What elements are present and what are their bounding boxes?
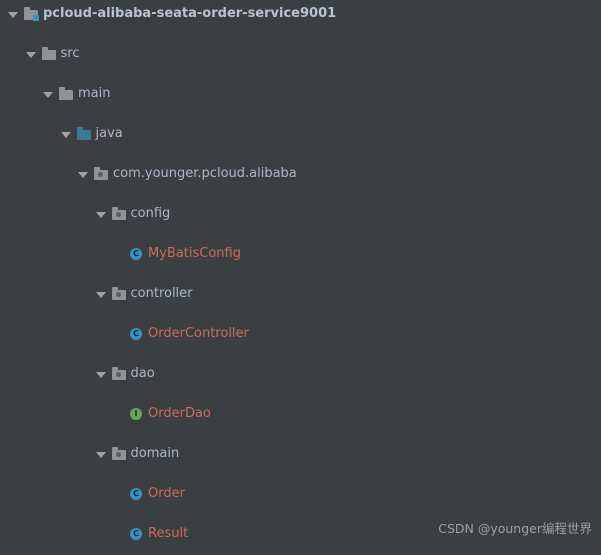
tree-row-label: src [60, 46, 80, 61]
package-icon [111, 366, 127, 382]
chevron-down-icon[interactable] [60, 129, 72, 140]
tree-row[interactable]: controller [0, 284, 601, 304]
tree-row[interactable]: C Result [0, 524, 601, 544]
tree-row[interactable]: I OrderDao [0, 404, 601, 424]
tree-row-label: MyBatisConfig [148, 246, 241, 261]
tree-row-label: Result [148, 526, 189, 541]
tree-row-label: com.younger.pcloud.alibaba [113, 166, 297, 181]
tree-row-label: config [130, 206, 171, 221]
tree-row[interactable]: com.younger.pcloud.alibaba [0, 164, 601, 184]
chevron-down-icon[interactable] [8, 9, 19, 20]
source-root-icon [76, 126, 92, 142]
tree-row[interactable]: java [0, 124, 601, 144]
chevron-down-icon[interactable] [78, 169, 89, 180]
tree-row[interactable]: domain [0, 444, 601, 464]
tree-row-label: dao [130, 366, 155, 381]
package-icon [111, 446, 127, 462]
tree-row-label: controller [130, 286, 193, 301]
tree-row[interactable]: src [0, 44, 601, 64]
java-class-icon: C [128, 246, 144, 262]
java-interface-icon: I [128, 406, 144, 422]
chevron-down-icon[interactable] [95, 449, 107, 460]
tree-row[interactable]: config [0, 204, 601, 224]
tree-row-label: java [95, 126, 123, 141]
tree-row-label: OrderController [148, 326, 249, 341]
java-class-icon: C [128, 326, 144, 342]
package-icon [111, 206, 127, 222]
tree-row-label: OrderDao [148, 406, 211, 421]
folder-icon [41, 46, 57, 62]
module-folder-icon [23, 6, 39, 22]
chevron-down-icon[interactable] [43, 89, 54, 100]
tree-row[interactable]: pcloud-alibaba-seata-order-service9001 [0, 4, 601, 24]
chevron-down-icon[interactable] [95, 369, 107, 380]
tree-row[interactable]: dao [0, 364, 601, 384]
java-class-icon: C [128, 486, 144, 502]
package-icon [111, 286, 127, 302]
chevron-down-icon[interactable] [95, 209, 107, 220]
tree-row-label: domain [130, 446, 180, 461]
tree-row[interactable]: C OrderController [0, 324, 601, 344]
java-class-icon: C [128, 526, 144, 542]
project-tree[interactable]: pcloud-alibaba-seata-order-service9001 sr… [0, 0, 601, 555]
tree-row[interactable]: main [0, 84, 601, 104]
tree-row[interactable]: C Order [0, 484, 601, 504]
chevron-down-icon[interactable] [25, 49, 37, 60]
folder-icon [58, 86, 74, 102]
tree-row-label: main [78, 86, 111, 101]
tree-row-label: pcloud-alibaba-seata-order-service9001 [43, 6, 337, 21]
chevron-down-icon[interactable] [95, 289, 107, 300]
tree-row-label: Order [148, 486, 185, 501]
package-icon [93, 166, 109, 182]
tree-row[interactable]: C MyBatisConfig [0, 244, 601, 264]
